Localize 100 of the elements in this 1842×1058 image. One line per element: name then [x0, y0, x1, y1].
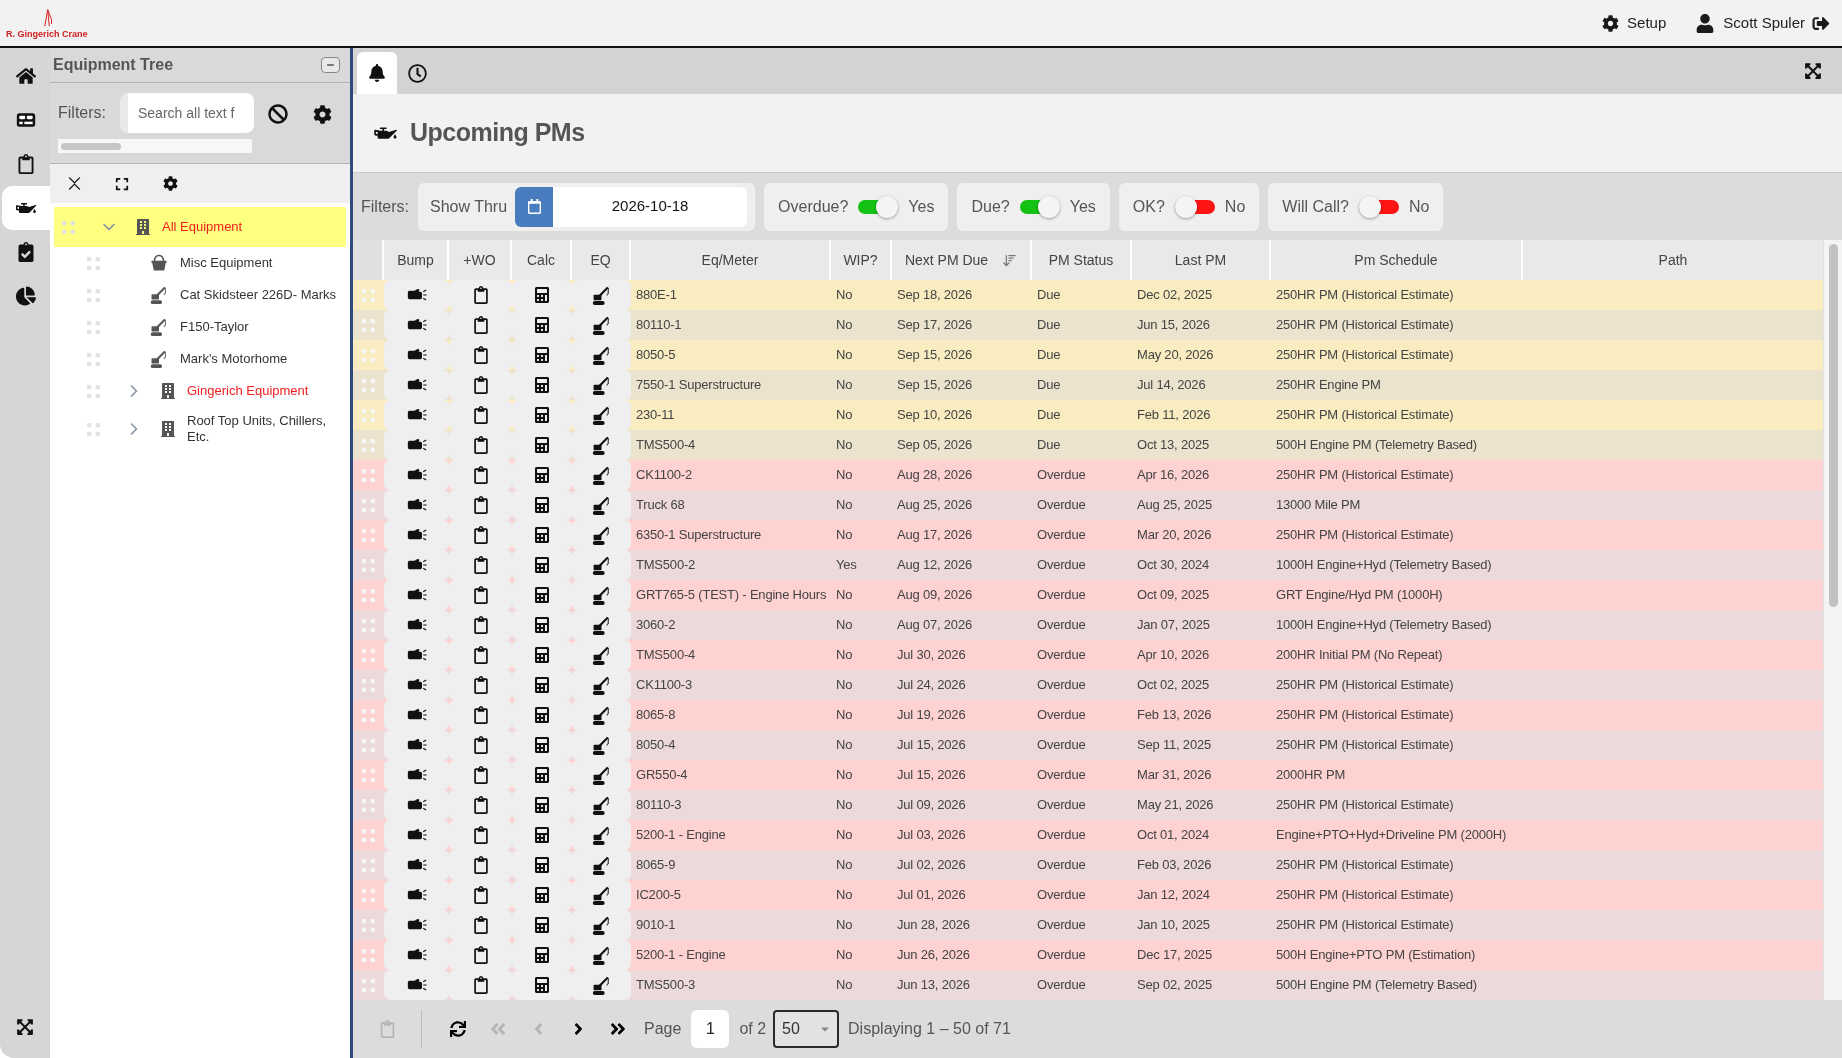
tree-item[interactable]: Misc Equipment	[79, 247, 346, 279]
tab[interactable]	[357, 52, 397, 94]
drag-handle-icon[interactable]	[362, 948, 375, 962]
calendar-button[interactable]	[515, 186, 554, 227]
tree-item[interactable]: All Equipment	[54, 207, 346, 247]
tree-item[interactable]: Cat Skidsteer 226D- Marks	[79, 279, 346, 311]
drag-handle-icon[interactable]	[362, 978, 375, 992]
drag-handle-icon[interactable]	[362, 708, 375, 722]
column-header[interactable]: Pm Schedule	[1271, 240, 1523, 280]
drag-handle-icon[interactable]	[362, 798, 375, 812]
drag-handle-icon[interactable]	[362, 468, 375, 482]
tree-item[interactable]: Gingerich Equipment	[79, 375, 346, 407]
table-cell-text: 250HR PM (Historical Estimate)	[1275, 676, 1455, 695]
clear-filter-icon[interactable]	[268, 104, 288, 124]
drag-handle-icon[interactable]	[362, 438, 375, 452]
drag-handle-icon[interactable]	[62, 220, 75, 234]
table-cell-text: 500H Engine+PTO PM (Estimation)	[1275, 946, 1477, 965]
user-name[interactable]: Scott Spuler	[1723, 11, 1805, 35]
drag-handle-icon[interactable]	[87, 256, 100, 270]
drag-handle-icon[interactable]	[362, 318, 375, 332]
drag-handle-icon[interactable]	[362, 288, 375, 302]
building-icon	[161, 382, 175, 400]
column-header[interactable]: Path	[1523, 240, 1823, 280]
expand-arrows-icon[interactable]	[1804, 62, 1822, 80]
drag-handle-icon[interactable]	[362, 678, 375, 692]
nav-item[interactable]	[2, 186, 50, 230]
table-cell-text: 250HR PM (Historical Estimate)	[1275, 796, 1455, 815]
toggle-switch[interactable]	[1174, 195, 1215, 218]
column-header[interactable]: PM Status	[1032, 240, 1132, 280]
date-field[interactable]: 2026-10-18	[553, 186, 748, 227]
table-cell-text: Overdue	[1036, 466, 1087, 485]
fist-icon	[406, 918, 427, 932]
fist-icon	[406, 798, 427, 812]
panel-title: Equipment Tree	[53, 55, 174, 75]
drag-handle-icon[interactable]	[362, 498, 375, 512]
table-cell-text: No	[835, 466, 854, 485]
page-field[interactable]: 1	[691, 1010, 730, 1048]
table-cell-text: Engine+PTO+Hyd+Driveline PM (2000H)	[1275, 826, 1508, 845]
table-cell-text: Overdue	[1036, 706, 1087, 725]
drag-handle-icon[interactable]	[87, 288, 100, 302]
search-field[interactable]: Search all text f	[120, 93, 254, 133]
toggle-switch[interactable]	[858, 195, 899, 218]
drag-handle-icon[interactable]	[362, 888, 375, 902]
drag-handle-icon[interactable]	[362, 378, 375, 392]
tree-item[interactable]: F150-Taylor	[79, 311, 346, 343]
drag-handle-icon[interactable]	[362, 648, 375, 662]
drag-handle-icon[interactable]	[87, 320, 100, 334]
table-cell-text: Overdue	[1036, 856, 1087, 875]
sign-out-icon[interactable]	[1812, 14, 1830, 32]
calculator-icon	[535, 676, 549, 694]
drag-handle-icon[interactable]	[362, 828, 375, 842]
drag-handle-icon[interactable]	[87, 422, 100, 436]
column-header[interactable]: Next PM Due	[892, 240, 1032, 280]
table-cell-text: Sep 15, 2026	[896, 376, 973, 395]
expand-icon[interactable]	[115, 176, 129, 191]
drag-handle-icon[interactable]	[362, 588, 375, 602]
drag-handle-icon[interactable]	[362, 348, 375, 362]
column-header[interactable]: Calc	[512, 240, 572, 280]
horizontal-scrollbar[interactable]	[58, 139, 252, 153]
expand-arrows-icon[interactable]	[16, 1018, 34, 1036]
setup-link[interactable]: Setup	[1627, 11, 1667, 35]
drag-handle-icon[interactable]	[362, 618, 375, 632]
tree-item[interactable]: Mark's Motorhome	[79, 343, 346, 375]
table-cell-text: No	[835, 886, 854, 905]
drag-handle-icon[interactable]	[362, 918, 375, 932]
drag-handle-icon[interactable]	[87, 352, 100, 366]
collapse-icon[interactable]	[66, 176, 82, 191]
column-header[interactable]: EQ	[572, 240, 631, 280]
settings-icon[interactable]	[313, 104, 332, 124]
column-header[interactable]: Eq/Meter	[631, 240, 831, 280]
collapse-panel-button[interactable]	[321, 57, 340, 73]
drag-handle-icon[interactable]	[362, 768, 375, 782]
settings-icon[interactable]	[162, 176, 178, 191]
toggle-switch[interactable]	[1358, 195, 1399, 218]
table-cell-text: 200HR Initial PM (No Repeat)	[1275, 646, 1444, 665]
settings-icon[interactable]	[1602, 14, 1620, 32]
fist-icon	[406, 558, 427, 572]
tree-item[interactable]: Roof Top Units, Chillers, Etc.	[79, 407, 346, 451]
tree-item-label: Misc Equipment	[180, 255, 273, 271]
calculator-icon	[535, 976, 549, 994]
toggle-switch[interactable]	[1019, 195, 1060, 218]
drag-handle-icon[interactable]	[362, 558, 375, 572]
page-title: Upcoming PMs	[410, 117, 585, 149]
bell-icon	[368, 64, 386, 82]
drag-handle-icon[interactable]	[87, 384, 100, 398]
table-cell-text: No	[835, 646, 854, 665]
drag-handle-icon[interactable]	[362, 858, 375, 872]
clipboard-icon	[472, 436, 489, 454]
panel-icon	[16, 110, 36, 130]
page-size-select[interactable]: 50	[773, 1010, 840, 1048]
vertical-scrollbar[interactable]	[1823, 240, 1842, 1000]
sort-descending-icon[interactable]	[1002, 252, 1018, 268]
drag-handle-icon[interactable]	[362, 528, 375, 542]
column-header[interactable]: WIP?	[831, 240, 892, 280]
drag-handle-icon[interactable]	[362, 408, 375, 422]
display-summary: Displaying 1 – 50 of 71	[848, 1019, 1011, 1039]
column-header[interactable]: +WO	[449, 240, 512, 280]
column-header[interactable]: Bump	[384, 240, 449, 280]
drag-handle-icon[interactable]	[362, 738, 375, 752]
column-header[interactable]: Last PM	[1132, 240, 1271, 280]
